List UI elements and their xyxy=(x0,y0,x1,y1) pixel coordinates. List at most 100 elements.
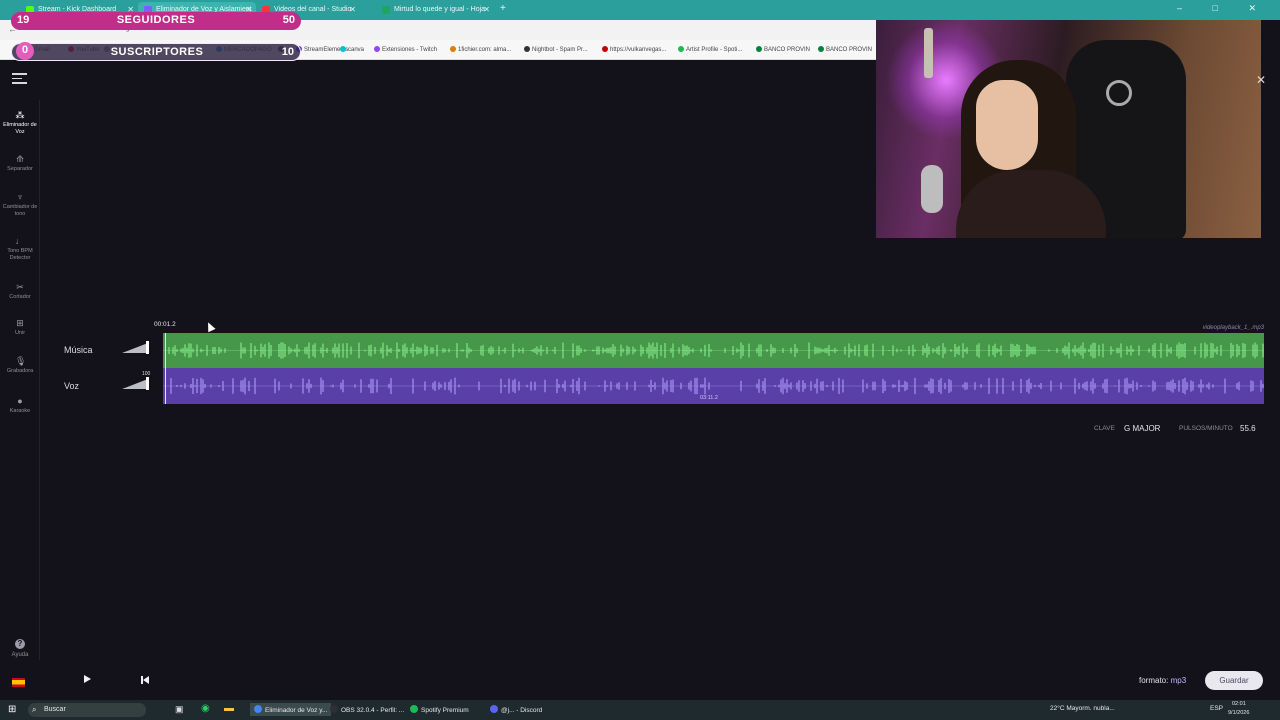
taskbar-app-label: OBS 32.0.4 - Perfil: ... xyxy=(341,707,405,714)
bookmark-label: BANCO PROVIN xyxy=(764,47,811,53)
playhead[interactable] xyxy=(165,333,166,404)
bookmark-item[interactable]: BANCO PROVIN xyxy=(818,46,872,53)
sidebar-item-bpm-detector[interactable]: ♩ Tono BPM Detector xyxy=(0,236,40,262)
track-duration: 03:11.2 xyxy=(700,395,718,401)
taskbar-app[interactable]: Eliminador de Voz y... xyxy=(250,703,332,716)
bookmark-label: canva xyxy=(348,47,365,53)
sidebar-item-label: Cambiador de tono xyxy=(2,204,38,217)
format-value[interactable]: mp3 xyxy=(1171,676,1187,685)
subscribers-goal: 10 xyxy=(281,46,294,58)
window-controls[interactable]: – □ ✕ xyxy=(1177,3,1270,14)
followers-count: 19 xyxy=(17,14,30,26)
taskbar: ⊞ ⌕ Buscar ▣ ◉ ▬ Eliminador de Voz y... O… xyxy=(0,700,1280,720)
bookmark-label: Artist Profile - Spoti... xyxy=(686,47,743,53)
sidebar-item-label: Eliminador de Voz xyxy=(3,122,37,135)
clock-time[interactable]: 02:01 xyxy=(1232,701,1246,707)
bookmark-label: Nightbot - Spam Pr... xyxy=(532,47,588,53)
webcam-feed xyxy=(876,20,1261,238)
language-indicator[interactable]: ESP xyxy=(1210,705,1223,712)
track-label-voz: Voz xyxy=(64,381,80,391)
sidebar-item-label: Unir xyxy=(14,330,26,336)
taskbar-app[interactable]: OBS 32.0.4 - Perfil: ... xyxy=(330,705,404,714)
file-explorer-icon[interactable]: ▬ xyxy=(224,703,234,714)
sidebar-item-voice-remover[interactable]: ⁂ Eliminador de Voz xyxy=(0,110,40,136)
sidebar-item-splitter[interactable]: ⟰ Separador xyxy=(0,154,40,173)
bookmark-item[interactable]: Extensiones - Twitch xyxy=(374,46,437,53)
followers-goal-overlay: SEGUIDORES 19 50 xyxy=(11,12,301,30)
sidebar-item-karaoke[interactable]: ● Karaoke xyxy=(0,396,40,415)
cutter-icon: ✂ xyxy=(16,282,24,292)
task-view-icon[interactable]: ▣ xyxy=(175,704,184,715)
splitter-icon: ⟰ xyxy=(16,154,24,164)
weather-widget[interactable]: 22°C Mayorm. nubla... xyxy=(1050,705,1115,712)
new-tab-icon[interactable]: + xyxy=(500,3,506,14)
close-icon[interactable]: ✕ xyxy=(1256,73,1266,87)
search-icon: ⌕ xyxy=(32,705,37,714)
bookmark-icon xyxy=(450,46,456,52)
sidebar-item-joiner[interactable]: ⊞ Unir xyxy=(0,318,40,337)
bpm-label: PULSOS/MINUTO xyxy=(1179,425,1233,432)
taskbar-app[interactable]: Spotify Premium xyxy=(410,705,469,714)
bookmark-icon xyxy=(340,46,346,52)
bookmark-item[interactable]: BANCO PROVIN xyxy=(756,46,810,53)
recorder-icon: 🎙 xyxy=(15,356,27,366)
bookmark-item[interactable]: https://vulkanvegas... xyxy=(602,46,666,53)
joiner-icon: ⊞ xyxy=(16,318,24,328)
karaoke-icon: ● xyxy=(17,396,23,406)
bookmark-label: BANCO PROVIN xyxy=(826,47,873,53)
bookmark-item[interactable]: Artist Profile - Spoti... xyxy=(678,46,742,53)
rewind-button[interactable] xyxy=(141,676,149,684)
taskbar-app-label: @j... - Discord xyxy=(501,707,543,714)
subscribers-label: SUSCRIPTORES xyxy=(110,46,204,58)
close-icon[interactable]: ✕ xyxy=(483,5,490,14)
volume-slider-musica[interactable] xyxy=(122,341,152,355)
app-icon xyxy=(490,705,498,713)
bookmark-icon xyxy=(524,46,530,52)
sidebar-item-label: Grabadora xyxy=(6,368,34,374)
windows-start-icon[interactable]: ⊞ xyxy=(8,704,16,715)
search-placeholder: Buscar xyxy=(44,706,66,713)
browser-tab-sheets[interactable]: Mirtud lo quede y igual - Hoja ✕ xyxy=(376,2,494,19)
bookmark-icon xyxy=(374,46,380,52)
close-icon[interactable]: ✕ xyxy=(349,5,356,14)
followers-label: SEGUIDORES xyxy=(116,14,196,26)
bookmark-item[interactable]: Nightbot - Spam Pr... xyxy=(524,46,588,53)
subscribers-goal-overlay: SUSCRIPTORES 0 10 xyxy=(11,42,301,61)
waveform-musica[interactable] xyxy=(163,333,1264,368)
app-icon xyxy=(410,705,418,713)
microphone xyxy=(921,165,943,213)
bookmark-icon xyxy=(818,46,824,52)
bookmark-label: 1fichier.com: alma... xyxy=(458,47,512,53)
play-button[interactable] xyxy=(84,675,91,683)
sidebar-item-recorder[interactable]: 🎙 Grabadora xyxy=(0,356,40,375)
bookmark-item[interactable]: 1fichier.com: alma... xyxy=(450,46,511,53)
sidebar-item-label: Cortador xyxy=(9,294,31,300)
bookmark-icon xyxy=(602,46,608,52)
sidebar-item-cutter[interactable]: ✂ Cortador xyxy=(0,282,40,301)
bookmark-item[interactable]: canva xyxy=(340,46,364,53)
format-label: formato: xyxy=(1139,676,1169,685)
bpm-value: 55.6 xyxy=(1240,424,1256,433)
save-button[interactable]: Guardar xyxy=(1205,671,1263,690)
app-icon xyxy=(254,705,262,713)
mouse-pointer xyxy=(204,320,216,333)
volume-slider-voz[interactable] xyxy=(122,377,152,391)
bookmark-icon xyxy=(756,46,762,52)
taskbar-search[interactable]: ⌕ Buscar xyxy=(28,703,146,717)
help-button[interactable]: ? Ayuda xyxy=(8,639,32,658)
key-value: G MAJOR xyxy=(1124,424,1161,433)
taskbar-app[interactable]: @j... - Discord xyxy=(490,705,542,714)
clock-date[interactable]: 9/1/2026 xyxy=(1228,710,1249,716)
voice-remover-icon: ⁂ xyxy=(15,110,25,120)
menu-icon[interactable] xyxy=(12,73,27,85)
format-selector[interactable]: formato: mp3 xyxy=(1139,676,1186,685)
bookmark-icon xyxy=(678,46,684,52)
bookmark-label: Extensiones - Twitch xyxy=(382,47,437,53)
whatsapp-icon[interactable]: ◉ xyxy=(201,703,210,714)
key-label: CLAVE xyxy=(1094,425,1115,432)
sidebar-item-label: Karaoke xyxy=(9,408,31,414)
track-label-musica: Música xyxy=(64,345,93,355)
taskbar-app-label: Eliminador de Voz y... xyxy=(265,707,328,714)
sidebar-item-pitch-changer[interactable]: ♆ Cambiador de tono xyxy=(0,192,40,218)
spanish-flag-icon[interactable] xyxy=(12,678,25,687)
